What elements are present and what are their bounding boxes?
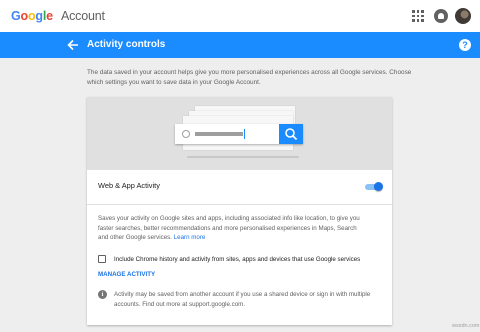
section-title: Web & App Activity [98, 181, 160, 190]
query-placeholder-bar [195, 132, 243, 136]
illustration-shadow [187, 156, 299, 158]
info-icon: i [98, 290, 107, 299]
manage-activity-link[interactable]: MANAGE ACTIVITY [98, 270, 155, 279]
page-title: Activity controls [87, 39, 166, 50]
text-cursor [244, 129, 245, 139]
chrome-history-label[interactable]: Include Chrome history and activity from… [114, 255, 360, 264]
avatar[interactable] [455, 8, 471, 24]
apps-icon[interactable] [412, 10, 424, 22]
top-bar: Google Account [0, 0, 480, 32]
intro-text: The data saved in your account helps giv… [87, 69, 412, 86]
help-icon[interactable]: ? [459, 39, 471, 51]
notifications-icon[interactable] [434, 9, 448, 23]
web-app-activity-toggle[interactable] [365, 182, 383, 191]
logo-product-name: Account [61, 9, 105, 23]
web-app-activity-card: Web & App Activity Saves your activity o… [87, 97, 392, 325]
search-illustration [87, 97, 392, 170]
learn-more-link[interactable]: Learn more [174, 234, 206, 241]
toggle-thumb [374, 182, 383, 191]
google-account-logo[interactable]: Google Account [11, 8, 105, 24]
shared-device-note: Activity may be saved from another accou… [114, 291, 371, 308]
logo-letter-e: e [46, 9, 53, 23]
logo-letter-o1: o [20, 9, 29, 23]
activity-description: Saves your activity on Google sites and … [98, 214, 368, 243]
arrow-left-icon[interactable] [67, 38, 79, 52]
divider [87, 204, 392, 205]
page-header: Activity controls ? [0, 32, 480, 58]
chrome-history-checkbox[interactable] [98, 255, 106, 263]
logo-letter-g2: g [35, 9, 43, 23]
clock-icon [182, 130, 190, 138]
logo-letter-g: G [11, 9, 21, 23]
watermark: wsxdn.com [452, 323, 480, 329]
description-text: Saves your activity on Google sites and … [98, 215, 360, 241]
search-icon [279, 124, 303, 144]
